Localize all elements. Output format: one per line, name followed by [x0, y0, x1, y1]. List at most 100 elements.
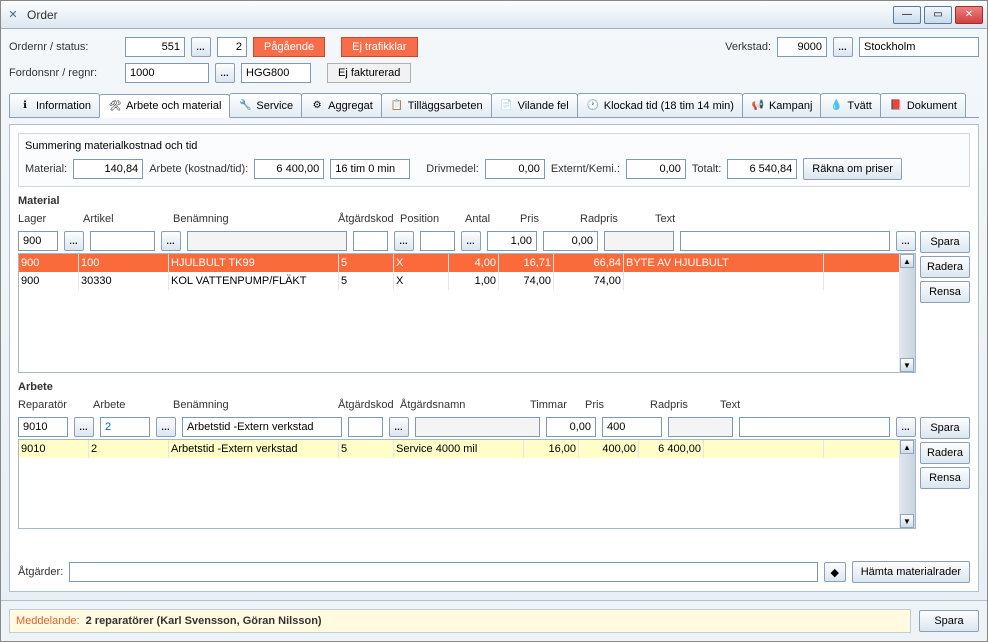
mat-antal-input[interactable]	[492, 235, 532, 247]
material-grid: 900100HJULBULT TK995X4,0016,7166,84BYTE …	[18, 253, 916, 373]
tab-tvatt[interactable]: 💧Tvätt	[820, 93, 880, 117]
table-row[interactable]: 90102Arbetstid -Extern verkstad5Service …	[19, 440, 899, 458]
mat-text-lookup[interactable]: …	[896, 231, 916, 251]
verkstad-name-input[interactable]	[864, 41, 974, 53]
campaign-icon: 📢	[751, 99, 765, 113]
mat-lager-input[interactable]	[23, 235, 53, 247]
tab-klockad[interactable]: 🕐Klockad tid (18 tim 14 min)	[577, 93, 743, 117]
ordernr-label: Ordernr / status:	[9, 41, 119, 53]
material-headers: Lager Artikel Benämning Åtgärdskod Posit…	[18, 213, 970, 225]
scroll-down-icon[interactable]: ▼	[900, 358, 914, 372]
arb-atgard-lookup[interactable]: …	[389, 417, 409, 437]
tab-arbete-material[interactable]: 🛠Arbete och material	[99, 94, 230, 118]
scroll-up-icon[interactable]: ▲	[900, 440, 914, 454]
footer-spara-button[interactable]: Spara	[919, 610, 979, 632]
message-label: Meddelande:	[16, 615, 80, 627]
status-num-input[interactable]	[222, 41, 242, 53]
mat-text-input[interactable]	[685, 235, 885, 247]
arbete-tid-value[interactable]	[335, 163, 405, 175]
tab-information[interactable]: ℹInformation	[9, 93, 100, 117]
arb-atgard-input[interactable]	[353, 421, 378, 433]
ordernr-lookup[interactable]: …	[191, 37, 211, 57]
arb-radpris-input	[673, 421, 728, 433]
arb-arbete-lookup[interactable]: …	[156, 417, 176, 437]
mat-artikel-input[interactable]	[95, 235, 150, 247]
arb-text-lookup[interactable]: …	[896, 417, 916, 437]
driv-label: Drivmedel:	[426, 163, 479, 175]
arb-atgardn-input	[420, 421, 535, 433]
verkstad-lookup[interactable]: …	[833, 37, 853, 57]
arb-rensa-button[interactable]: Rensa	[920, 467, 970, 489]
mat-pos-input[interactable]	[425, 235, 450, 247]
pending-icon: 📄	[500, 99, 514, 113]
arbete-input-row: … … … …	[18, 417, 916, 437]
arb-rep-input[interactable]	[23, 421, 63, 433]
maximize-button[interactable]: ▭	[924, 6, 952, 24]
mat-radera-button[interactable]: Radera	[920, 256, 970, 278]
mat-pris-input[interactable]	[548, 235, 593, 247]
arbete-grid: 90102Arbetstid -Extern verkstad5Service …	[18, 439, 916, 529]
arb-pris-input[interactable]	[607, 421, 657, 433]
arb-radera-button[interactable]: Radera	[920, 442, 970, 464]
close-button[interactable]: ✕	[955, 6, 983, 24]
arb-rep-lookup[interactable]: …	[74, 417, 94, 437]
clock-icon: 🕐	[586, 99, 600, 113]
message-text: 2 reparatörer (Karl Svensson, Göran Nils…	[86, 615, 322, 627]
material-input-row: … … … … …	[18, 231, 916, 251]
tab-service[interactable]: 🔧Service	[229, 93, 302, 117]
atgarder-input[interactable]	[74, 566, 812, 578]
mat-lager-lookup[interactable]: …	[64, 231, 84, 251]
titlebar: ✕ Order — ▭ ✕	[1, 1, 987, 29]
arb-spara-button[interactable]: Spara	[920, 417, 970, 439]
regnr-input[interactable]	[246, 67, 306, 79]
mat-spara-button[interactable]: Spara	[920, 231, 970, 253]
ordernr-input[interactable]	[130, 41, 180, 53]
tab-vilande[interactable]: 📄Vilande fel	[491, 93, 578, 117]
driv-value[interactable]	[490, 163, 540, 175]
scroll-down-icon[interactable]: ▼	[900, 514, 914, 528]
fordon-lookup[interactable]: …	[215, 63, 235, 83]
mat-scrollbar[interactable]: ▲ ▼	[899, 254, 915, 372]
verkstad-input[interactable]	[782, 41, 822, 53]
atgarder-label: Åtgärder:	[18, 566, 63, 578]
material-value[interactable]	[78, 163, 138, 175]
recalc-button[interactable]: Räkna om priser	[803, 158, 902, 180]
mat-atgard-lookup[interactable]: …	[394, 231, 414, 251]
arb-arbete-input[interactable]	[105, 421, 145, 433]
tab-aggregat[interactable]: ⚙Aggregat	[301, 93, 382, 117]
tab-tillaggs[interactable]: 📋Tilläggsarbeten	[381, 93, 492, 117]
material-label: Material:	[25, 163, 67, 175]
addon-icon: 📋	[390, 99, 404, 113]
order-window: ✕ Order — ▭ ✕ Ordernr / status: … Pågåen…	[0, 0, 988, 642]
aggregat-icon: ⚙	[310, 99, 324, 113]
mat-artikel-lookup[interactable]: …	[161, 231, 181, 251]
ext-label: Externt/Kemi.:	[551, 163, 620, 175]
mat-atgard-input[interactable]	[358, 235, 383, 247]
mat-pos-lookup[interactable]: …	[461, 231, 481, 251]
mat-rensa-button[interactable]: Rensa	[920, 281, 970, 303]
arbete-label: Arbete (kostnad/tid):	[149, 163, 248, 175]
ext-value[interactable]	[631, 163, 681, 175]
scroll-up-icon[interactable]: ▲	[900, 254, 914, 268]
mat-benamning-input	[192, 235, 342, 247]
wash-icon: 💧	[829, 99, 843, 113]
arb-timmar-input[interactable]	[551, 421, 591, 433]
app-icon: ✕	[5, 7, 21, 23]
fordon-label: Fordonsnr / regnr:	[9, 67, 119, 79]
hamta-button[interactable]: Hämta materialrader	[852, 561, 970, 583]
tab-dokument[interactable]: 📕Dokument	[880, 93, 966, 117]
tot-value[interactable]	[732, 163, 792, 175]
verkstad-label: Verkstad:	[725, 41, 771, 53]
table-row[interactable]: 90030330KOL VATTENPUMP/FLÄKT5X1,0074,007…	[19, 272, 899, 290]
arb-benamning-input[interactable]	[187, 421, 337, 433]
table-row[interactable]: 900100HJULBULT TK995X4,0016,7166,84BYTE …	[19, 254, 899, 272]
tab-kampanj[interactable]: 📢Kampanj	[742, 93, 821, 117]
window-title: Order	[27, 8, 893, 22]
minimize-button[interactable]: —	[893, 6, 921, 24]
arb-text-input[interactable]	[744, 421, 885, 433]
status-badge-1: Pågående	[253, 37, 325, 57]
fordon-input[interactable]	[130, 67, 204, 79]
atgarder-pick-icon[interactable]: ◆	[824, 562, 846, 582]
arbete-kost-value[interactable]	[259, 163, 319, 175]
arb-scrollbar[interactable]: ▲ ▼	[899, 440, 915, 528]
